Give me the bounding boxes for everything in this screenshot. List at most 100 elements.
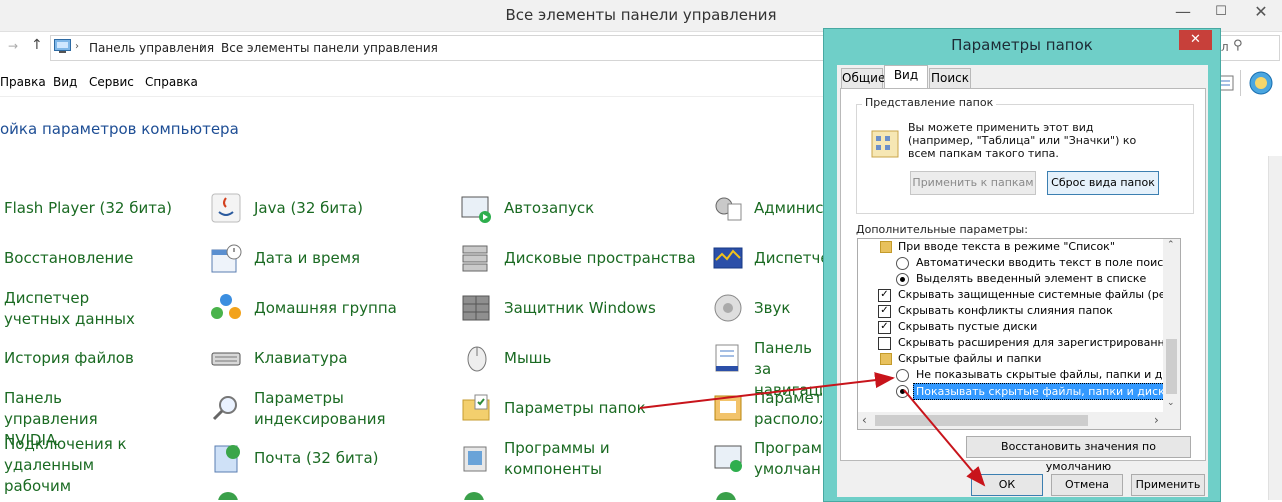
tree-check-row[interactable]: ✓ Скрывать конфликты слияния папок xyxy=(858,303,1163,319)
tree-label: Скрывать пустые диски xyxy=(898,320,1038,333)
item-location-settings[interactable]: Параметр расположе xyxy=(754,388,822,430)
item-file-history[interactable]: История файлов xyxy=(4,348,134,369)
forward-icon[interactable]: → xyxy=(8,39,18,53)
folder-options-dialog: Параметры папок ✕ Общие Вид Поиск Предст… xyxy=(823,28,1221,502)
globe-icon xyxy=(218,492,238,500)
dialog-close-button[interactable]: ✕ xyxy=(1179,30,1212,50)
tree-radio-row[interactable]: Выделять введенный элемент в списке xyxy=(858,271,1163,287)
tree-label: Скрывать защищенные системные файлы (рек… xyxy=(898,288,1163,301)
tree-label: Показывать скрытые файлы, папки и диски xyxy=(913,383,1175,400)
radio-button[interactable] xyxy=(896,369,909,382)
item-mouse[interactable]: Мышь xyxy=(504,348,551,369)
radio-button[interactable] xyxy=(896,257,909,270)
keyboard-icon xyxy=(211,352,241,366)
folder-icon xyxy=(880,353,892,365)
reset-folders-button[interactable]: Сброс вида папок xyxy=(1047,171,1159,195)
folder-views-group: Представление папок Вы можете применить … xyxy=(856,96,1194,214)
radio-button-selected[interactable] xyxy=(896,385,909,398)
checkbox-checked[interactable]: ✓ xyxy=(878,321,891,334)
checkbox-unchecked[interactable] xyxy=(878,337,891,350)
tree-check-row[interactable]: ✓ Скрывать защищенные системные файлы (р… xyxy=(858,287,1163,303)
tree-check-row[interactable]: ✓ Скрывать пустые диски xyxy=(858,319,1163,335)
menu-help[interactable]: Справка xyxy=(145,75,198,89)
scroll-thumb[interactable] xyxy=(875,415,1088,426)
tree-label: Выделять введенный элемент в списке xyxy=(916,272,1147,285)
tree-horizontal-scrollbar[interactable]: ‹ › xyxy=(858,412,1180,429)
radio-button-selected[interactable] xyxy=(896,273,909,286)
tree-label: Скрытые файлы и папки xyxy=(898,352,1042,365)
address-field[interactable]: › Панель управления › Все элементы панел… xyxy=(50,35,832,61)
scroll-up-icon[interactable]: ⌃ xyxy=(1167,240,1175,250)
tree-radio-row-selected[interactable]: Показывать скрытые файлы, папки и диски xyxy=(858,383,1175,400)
item-programs-features[interactable]: Программы и компоненты xyxy=(504,438,614,480)
maximize-button[interactable]: ☐ xyxy=(1206,0,1236,24)
ok-button[interactable]: ОК xyxy=(971,474,1043,496)
dialog-body: Общие Вид Поиск Представление папок Вы м… xyxy=(837,65,1208,497)
checkbox-checked[interactable]: ✓ xyxy=(878,305,891,318)
tree-label: Не показывать скрытые файлы, папки и дис… xyxy=(916,368,1181,381)
tree-label: При вводе текста в режиме "Список" xyxy=(898,240,1115,253)
scroll-thumb[interactable] xyxy=(1166,339,1177,394)
tree-vertical-scrollbar[interactable]: ⌃ ⌄ xyxy=(1163,239,1180,412)
item-device-manager[interactable]: Диспетче xyxy=(754,248,830,269)
windows-defender-icon xyxy=(462,295,490,321)
autoplay-icon xyxy=(461,196,491,223)
up-icon[interactable]: ↑ xyxy=(31,37,43,53)
item-autoplay[interactable]: Автозапуск xyxy=(504,198,594,219)
dialog-title: Параметры папок xyxy=(951,36,1093,54)
apply-to-folders-button[interactable]: Применить к папкам xyxy=(910,171,1036,195)
tree-label: Скрывать расширения для зарегистрированн… xyxy=(898,336,1163,349)
item-credential-manager[interactable]: Диспетчер учетных данных xyxy=(4,288,154,330)
item-keyboard[interactable]: Клавиатура xyxy=(254,348,348,369)
tab-view[interactable]: Вид xyxy=(884,65,928,90)
search-field[interactable]: л ⚲ xyxy=(1218,35,1280,61)
breadcrumb-all-items[interactable]: Все элементы панели управления xyxy=(221,41,438,55)
item-default-programs[interactable]: Программ умолчани xyxy=(754,438,822,480)
tab-search[interactable]: Поиск xyxy=(929,68,971,88)
item-remote-connections[interactable]: Подключения к удаленным рабочим xyxy=(4,434,164,497)
apply-button[interactable]: Применить xyxy=(1131,474,1205,496)
divider xyxy=(0,96,830,97)
tab-general[interactable]: Общие xyxy=(841,68,885,88)
minimize-button[interactable]: — xyxy=(1168,0,1198,24)
search-icon: ⚲ xyxy=(1233,38,1243,53)
view-tab-panel: Представление папок Вы можете применить … xyxy=(840,88,1206,473)
help-icon[interactable] xyxy=(1248,70,1274,96)
advanced-settings-tree[interactable]: При вводе текста в режиме "Список" Автом… xyxy=(857,238,1181,430)
calendar-clock-icon xyxy=(211,244,242,273)
item-flash-player[interactable]: Flash Player (32 бита) xyxy=(4,198,172,219)
checkbox-checked[interactable]: ✓ xyxy=(878,289,891,302)
tree-radio-row[interactable]: Не показывать скрытые файлы, папки и дис… xyxy=(858,367,1180,383)
scroll-down-icon[interactable]: ⌄ xyxy=(1167,398,1175,408)
restore-defaults-button[interactable]: Восстановить значения по умолчанию xyxy=(966,436,1191,473)
group-title: Представление папок xyxy=(862,96,997,109)
page-heading: ойка параметров компьютера xyxy=(0,120,239,138)
mouse-icon xyxy=(467,346,487,372)
item-sound[interactable]: Звук xyxy=(754,298,790,319)
window-close-button[interactable]: ✕ xyxy=(1244,0,1278,24)
item-homegroup[interactable]: Домашняя группа xyxy=(254,298,397,319)
menu-edit[interactable]: Правка xyxy=(0,75,46,89)
item-mail[interactable]: Почта (32 бита) xyxy=(254,448,379,469)
java-icon xyxy=(211,193,241,223)
item-storage-spaces[interactable]: Дисковые пространства xyxy=(504,248,696,269)
scrollbar[interactable] xyxy=(1268,156,1282,500)
scroll-left-icon[interactable]: ‹ xyxy=(862,413,867,427)
tree-radio-row[interactable]: Автоматически вводить текст в поле поиск… xyxy=(858,255,1177,271)
advanced-settings-label: Дополнительные параметры: xyxy=(856,223,1028,236)
breadcrumb-control-panel[interactable]: Панель управления xyxy=(89,41,214,55)
item-windows-defender[interactable]: Защитник Windows xyxy=(504,298,656,319)
window-title: Все элементы панели управления xyxy=(505,6,777,24)
item-date-time[interactable]: Дата и время xyxy=(254,248,360,269)
scroll-right-icon[interactable]: › xyxy=(1154,413,1159,427)
cancel-button[interactable]: Отмена xyxy=(1051,474,1123,496)
item-indexing-options[interactable]: Параметры индексирования xyxy=(254,388,394,430)
item-recovery[interactable]: Восстановление xyxy=(4,248,133,269)
indexing-icon xyxy=(212,396,237,421)
item-administration[interactable]: Админист xyxy=(754,198,832,219)
tree-check-row[interactable]: Скрывать расширения для зарегистрированн… xyxy=(858,335,1163,351)
menu-tools[interactable]: Сервис xyxy=(89,75,134,89)
item-java[interactable]: Java (32 бита) xyxy=(254,198,363,219)
menu-view[interactable]: Вид xyxy=(53,75,77,89)
item-folder-options[interactable]: Параметры папок xyxy=(504,398,646,419)
